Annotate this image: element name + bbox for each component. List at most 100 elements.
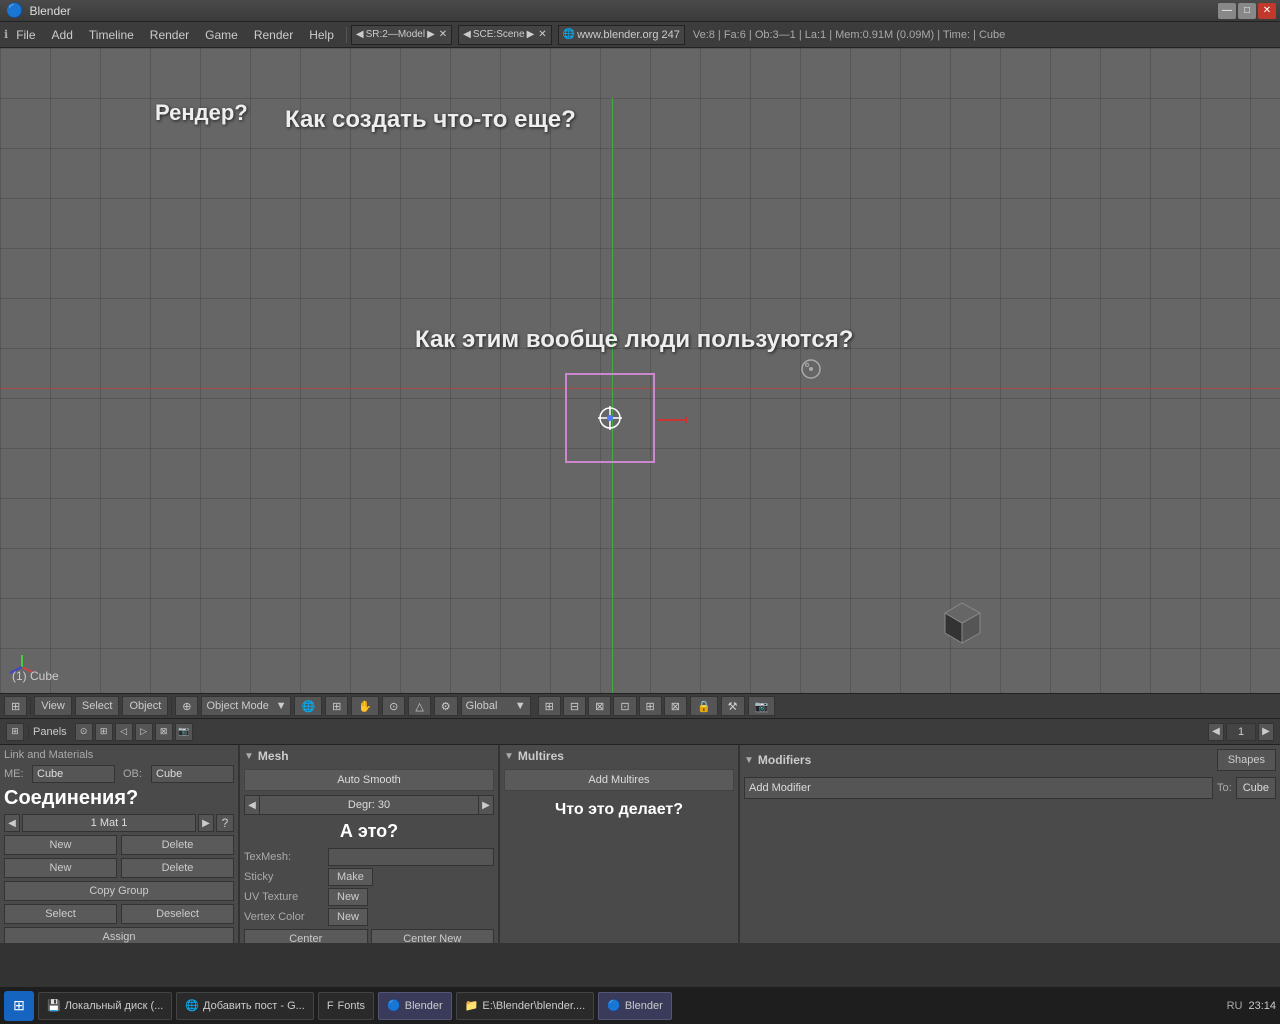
material-slot-row: ◀ 1 Mat 1 ▶ ? — [4, 814, 234, 832]
panels-toggle[interactable]: ⊞ — [6, 723, 24, 741]
panel-toggle[interactable]: ⊞ — [4, 696, 27, 716]
taskbar-item-5[interactable]: 🔵 Blender — [598, 992, 672, 1020]
sticky-make-btn[interactable]: Make — [328, 868, 373, 886]
taskbar-item-2[interactable]: F Fonts — [318, 992, 374, 1020]
delete-btn-1[interactable]: Delete — [121, 835, 234, 855]
vertex-new-btn[interactable]: New — [328, 908, 368, 926]
viewport-layout-4[interactable]: ⊡ — [613, 696, 636, 716]
center-new-btn[interactable]: Center New — [371, 929, 495, 943]
taskbar-icon-0: 💾 — [47, 999, 61, 1012]
clock: 23:14 — [1248, 1000, 1276, 1012]
viewport-layout-6[interactable]: ⊠ — [664, 696, 687, 716]
new-btn-2[interactable]: New — [4, 858, 117, 878]
mode-dropdown[interactable]: Object Mode ▼ — [201, 696, 291, 716]
taskbar-icon-5: 🔵 — [607, 999, 621, 1012]
panel-icon-5[interactable]: ⊠ — [155, 723, 173, 741]
system-tray: RU 23:14 — [1227, 1000, 1276, 1012]
panels-label: Panels — [33, 726, 67, 738]
viewport-layout-5[interactable]: ⊞ — [639, 696, 662, 716]
viewport-3d[interactable]: Рендер? Как создать что-то еще? Как этим… — [0, 48, 1280, 693]
tex-mesh-field[interactable] — [328, 848, 494, 866]
center-row: Center Center New — [244, 929, 494, 943]
modifier-target[interactable]: Cube — [1236, 777, 1276, 799]
taskbar-item-0[interactable]: 💾 Локальный диск (... — [38, 992, 172, 1020]
object-menu[interactable]: Object — [122, 696, 168, 716]
blender-logo: 🔵 — [6, 2, 23, 19]
taskbar-item-4[interactable]: 📁 E:\Blender\blender.... — [456, 992, 594, 1020]
mesh-question-text: А это? — [244, 821, 494, 842]
uv-new-btn[interactable]: New — [328, 888, 368, 906]
titlebar-controls: — □ ✕ — [1218, 3, 1280, 19]
global-dropdown[interactable]: Global ▼ — [461, 696, 531, 716]
menu-render-game[interactable]: Render — [142, 26, 197, 44]
viewport-layout-1[interactable]: ⊞ — [538, 696, 561, 716]
tools-icon[interactable]: ⚒ — [721, 696, 745, 716]
titlebar-left: 🔵 Blender — [0, 2, 71, 19]
viewport-shading-2[interactable]: ⊞ — [325, 696, 348, 716]
maximize-button[interactable]: □ — [1238, 3, 1256, 19]
new-btn-1[interactable]: New — [4, 835, 117, 855]
view-menu[interactable]: View — [34, 696, 72, 716]
add-modifier-btn[interactable]: Add Modifier — [744, 777, 1213, 799]
menu-timeline[interactable]: Timeline — [81, 26, 142, 44]
viewport-layout-2[interactable]: ⊟ — [563, 696, 586, 716]
copy-group-btn[interactable]: Copy Group — [4, 881, 234, 901]
mat-nav-right[interactable]: ▶ — [198, 814, 214, 832]
close-button[interactable]: ✕ — [1258, 3, 1276, 19]
snap-2[interactable]: ⊙ — [382, 696, 405, 716]
degr-field[interactable]: Degr: 30 — [260, 795, 478, 815]
start-button[interactable]: ⊞ — [4, 991, 34, 1021]
mat-num-btn[interactable]: ? — [216, 814, 234, 832]
navigation-cube — [935, 598, 990, 653]
degr-right-btn[interactable]: ▶ — [478, 795, 494, 815]
center-btn[interactable]: Center — [244, 929, 368, 943]
menu-game[interactable]: Game — [197, 26, 246, 44]
panel-icon-1[interactable]: ⊙ — [75, 723, 93, 741]
website-btn[interactable]: 🌐 www.blender.org 247 — [558, 25, 685, 45]
select-btn[interactable]: Select — [4, 904, 117, 924]
page-next[interactable]: ▶ — [1258, 723, 1274, 741]
panel-icon-6[interactable]: 📷 — [175, 723, 193, 741]
shapes-tab[interactable]: Shapes — [1217, 749, 1276, 771]
auto-smooth-btn[interactable]: Auto Smooth — [244, 769, 494, 791]
panel-icon-2[interactable]: ⊞ — [95, 723, 113, 741]
snap-3[interactable]: ⚙ — [434, 696, 458, 716]
menu-render[interactable]: Render — [246, 26, 301, 44]
multires-title: Multires — [518, 749, 564, 763]
menu-add[interactable]: Add — [44, 26, 81, 44]
scene-selector-1[interactable]: ◀ SR:2—Model ▶ ✕ — [351, 25, 452, 45]
viewport-shading-1[interactable]: 🌐 — [294, 696, 322, 716]
viewport-layout-3[interactable]: ⊠ — [588, 696, 611, 716]
panel-modifiers: ▼ Modifiers Shapes Add Modifier To: Cube — [740, 745, 1280, 943]
panel-icon-4[interactable]: ▷ — [135, 723, 153, 741]
menu-separator — [346, 27, 347, 43]
pivot-icon[interactable]: △ — [408, 696, 430, 716]
minimize-button[interactable]: — — [1218, 3, 1236, 19]
panels-bar: ⊞ Panels ⊙ ⊞ ◁ ▷ ⊠ 📷 ◀ 1 ▶ — [0, 719, 1280, 745]
scene-selector-2[interactable]: ◀ SCE:Scene ▶ ✕ — [458, 25, 552, 45]
uv-texture-label: UV Texture — [244, 891, 324, 903]
lock-icon[interactable]: 🔒 — [690, 696, 718, 716]
select-menu[interactable]: Select — [75, 696, 120, 716]
snap-icon[interactable]: ✋ — [351, 696, 379, 716]
panel-icon-3[interactable]: ◁ — [115, 723, 133, 741]
delete-btn-2[interactable]: Delete — [121, 858, 234, 878]
ob-field[interactable]: Cube — [151, 765, 234, 783]
title-bar: 🔵 Blender — □ ✕ — [0, 0, 1280, 22]
menu-file[interactable]: File — [8, 26, 43, 44]
cube-label: (1) Cube — [12, 669, 59, 683]
transform-icon[interactable]: ⊕ — [175, 696, 198, 716]
taskbar-item-3[interactable]: 🔵 Blender — [378, 992, 452, 1020]
add-multires-btn[interactable]: Add Multires — [504, 769, 734, 791]
page-prev[interactable]: ◀ — [1208, 723, 1224, 741]
mat-slot[interactable]: 1 Mat 1 — [22, 814, 196, 832]
mat-nav-left[interactable]: ◀ — [4, 814, 20, 832]
menu-help[interactable]: Help — [301, 26, 342, 44]
deselect-btn[interactable]: Deselect — [121, 904, 234, 924]
render-icon[interactable]: 📷 — [748, 696, 776, 716]
global-label: Global — [466, 700, 498, 712]
me-field[interactable]: Cube — [32, 765, 115, 783]
taskbar-item-1[interactable]: 🌐 Добавить пост - G... — [176, 992, 314, 1020]
assign-btn[interactable]: Assign — [4, 927, 234, 943]
degr-left-btn[interactable]: ◀ — [244, 795, 260, 815]
